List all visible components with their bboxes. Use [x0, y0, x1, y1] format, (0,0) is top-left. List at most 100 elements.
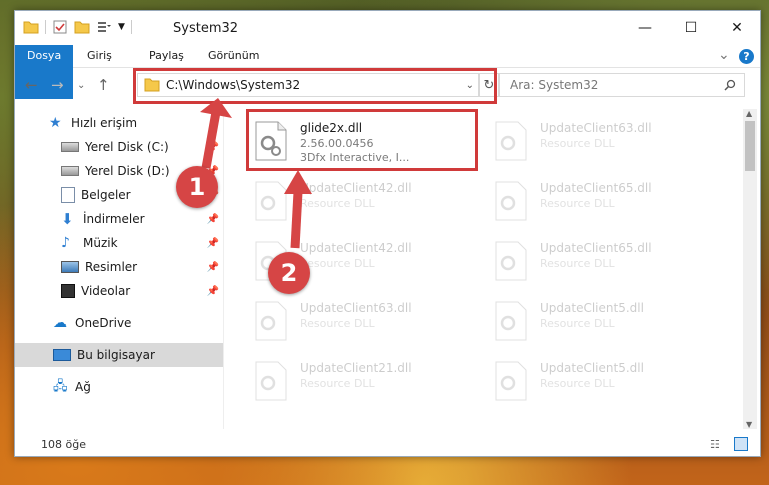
download-icon: ⬇	[61, 210, 74, 228]
sidebar-item-label: İndirmeler	[83, 212, 145, 226]
forward-button[interactable]: →	[51, 76, 64, 94]
file-highlight-box	[246, 109, 478, 171]
back-button[interactable]: ←	[25, 76, 38, 94]
search-placeholder: Ara: System32	[510, 78, 599, 92]
minimize-button[interactable]: —	[622, 11, 668, 45]
file-item[interactable]: UpdateClient5.dll Resource DLL	[490, 355, 720, 409]
pin-icon[interactable]: 📌	[207, 262, 219, 273]
file-name: UpdateClient63.dll	[300, 301, 412, 315]
file-name: UpdateClient65.dll	[540, 181, 652, 195]
file-type: Resource DLL	[540, 377, 615, 390]
sidebar-item-this-pc[interactable]: Bu bilgisayar	[15, 343, 223, 367]
details-view-icon[interactable]: ☷	[710, 438, 720, 451]
large-icons-view-icon[interactable]	[734, 437, 748, 451]
sidebar-item-onedrive[interactable]: ☁ OneDrive	[15, 311, 223, 335]
sidebar-item-label: Ağ	[75, 380, 91, 394]
videos-icon	[61, 284, 75, 298]
tab-giris[interactable]: Giriş	[75, 45, 124, 67]
help-icon[interactable]: ?	[739, 49, 754, 64]
file-item[interactable]: UpdateClient21.dll Resource DLL	[250, 355, 480, 409]
status-bar: 108 öğe ☷	[15, 434, 760, 456]
file-type: Resource DLL	[300, 197, 375, 210]
ribbon-collapse-icon[interactable]: ⌄	[718, 47, 730, 63]
file-type: Resource DLL	[300, 317, 375, 330]
file-item[interactable]: UpdateClient63.dll Resource DLL	[250, 295, 480, 349]
star-icon: ★	[49, 115, 62, 131]
pin-icon[interactable]: 📌	[207, 286, 219, 297]
sidebar-item-label: Hızlı erişim	[71, 116, 138, 130]
sidebar-item-label: Belgeler	[81, 188, 131, 202]
quick-access-toolbar: ▼	[23, 19, 132, 35]
folder-icon	[23, 21, 39, 34]
file-item[interactable]: UpdateClient65.dll Resource DLL	[490, 175, 720, 229]
close-button[interactable]: ✕	[714, 11, 760, 45]
drive-icon	[61, 142, 79, 152]
recent-locations-icon[interactable]: ⌄	[77, 80, 85, 91]
new-folder-icon[interactable]	[74, 19, 90, 35]
sidebar-item-local-disk-c[interactable]: Yerel Disk (C:) 📌	[15, 135, 223, 159]
file-item[interactable]: UpdateClient63.dll Resource DLL	[490, 115, 720, 169]
computer-icon	[53, 349, 71, 361]
sidebar-item-music[interactable]: ♪ Müzik 📌	[15, 231, 223, 255]
customize-toolbar-icon[interactable]	[96, 19, 112, 35]
item-count: 108 öğe	[41, 438, 86, 451]
file-item[interactable]: UpdateClient65.dll Resource DLL	[490, 235, 720, 289]
dll-file-icon	[255, 361, 287, 401]
dll-file-icon	[495, 121, 527, 161]
sidebar-item-downloads[interactable]: ⬇ İndirmeler 📌	[15, 207, 223, 231]
search-box[interactable]: Ara: System32	[499, 73, 745, 97]
pin-icon[interactable]: 📌	[207, 142, 219, 153]
dll-file-icon	[495, 301, 527, 341]
sidebar-item-label: Bu bilgisayar	[77, 348, 155, 362]
file-item[interactable]: UpdateClient42.dll Resource DLL	[250, 175, 480, 229]
ribbon-tabs: Dosya Giriş Paylaş Görünüm ⌄ ?	[15, 45, 760, 99]
step-marker-1: 1	[176, 166, 218, 208]
cloud-icon: ☁	[53, 315, 67, 331]
tab-paylas[interactable]: Paylaş	[137, 45, 196, 67]
dll-file-icon	[495, 241, 527, 281]
dll-file-icon	[495, 181, 527, 221]
scroll-up-icon[interactable]: ▲	[746, 109, 752, 118]
scrollbar-thumb[interactable]	[745, 121, 755, 171]
file-type: Resource DLL	[300, 377, 375, 390]
step-marker-2: 2	[268, 252, 310, 294]
properties-icon[interactable]	[52, 19, 68, 35]
file-name: UpdateClient21.dll	[300, 361, 412, 375]
network-icon: 🖧	[53, 379, 68, 394]
scroll-down-icon[interactable]: ▼	[746, 420, 752, 429]
pin-icon[interactable]: 📌	[207, 214, 219, 225]
up-button[interactable]: ↑	[97, 76, 110, 94]
file-name: UpdateClient42.dll	[300, 181, 412, 195]
file-name: UpdateClient42.dll	[300, 241, 412, 255]
sidebar-item-pictures[interactable]: Resimler 📌	[15, 255, 223, 279]
dropdown-arrow-icon[interactable]: ▼	[118, 22, 125, 32]
sidebar-item-label: Müzik	[83, 236, 118, 250]
file-type: Resource DLL	[300, 257, 375, 270]
window-title: System32	[173, 21, 239, 36]
drive-icon	[61, 166, 79, 176]
pin-icon[interactable]: 📌	[207, 238, 219, 249]
sidebar-item-label: Yerel Disk (D:)	[85, 164, 170, 178]
sidebar-item-label: Yerel Disk (C:)	[85, 140, 169, 154]
file-type: Resource DLL	[540, 257, 615, 270]
maximize-button[interactable]: ☐	[668, 11, 714, 45]
dll-file-icon	[255, 181, 287, 221]
tab-gorunum[interactable]: Görünüm	[196, 45, 271, 67]
file-type: Resource DLL	[540, 197, 615, 210]
sidebar-item-label: OneDrive	[75, 316, 132, 330]
search-icon[interactable]	[724, 79, 736, 91]
toolbar-divider	[45, 20, 46, 34]
sidebar-item-quick-access[interactable]: ★ Hızlı erişim	[15, 111, 223, 135]
sidebar-item-videos[interactable]: Videolar 📌	[15, 279, 223, 303]
file-name: UpdateClient63.dll	[540, 121, 652, 135]
title-bar: ▼ System32 — ☐ ✕	[15, 11, 760, 45]
file-item[interactable]: UpdateClient5.dll Resource DLL	[490, 295, 720, 349]
file-type: Resource DLL	[540, 137, 615, 150]
toolbar-divider	[130, 20, 132, 34]
documents-icon	[61, 187, 75, 203]
pane-divider	[223, 109, 224, 429]
file-name: UpdateClient5.dll	[540, 301, 644, 315]
sidebar-item-network[interactable]: 🖧 Ağ	[15, 375, 223, 399]
vertical-scrollbar[interactable]: ▲ ▼	[743, 109, 757, 429]
sidebar-item-label: Resimler	[85, 260, 138, 274]
